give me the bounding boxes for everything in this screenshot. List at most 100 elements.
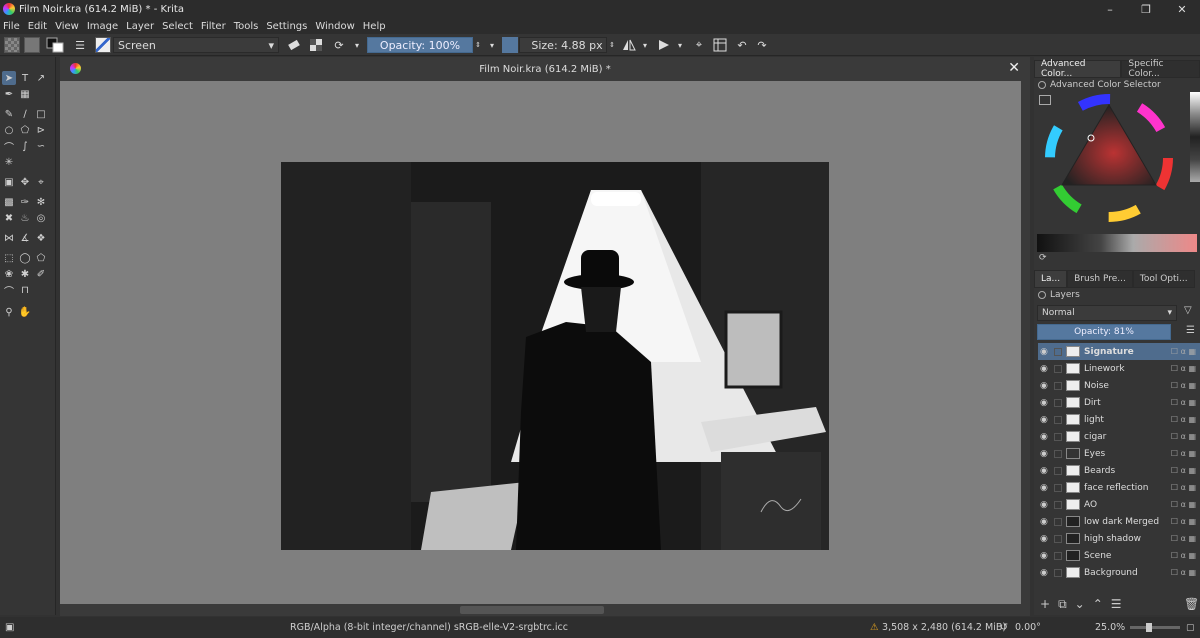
multibrush-tool-icon[interactable]: ✳ bbox=[2, 155, 16, 169]
layer-checkbox[interactable] bbox=[1054, 398, 1062, 407]
bezier-tool-icon[interactable]: ⌒ bbox=[2, 139, 16, 154]
lock-icon[interactable]: ☐ α ▦ bbox=[1171, 483, 1196, 492]
eye-icon[interactable]: ◉ bbox=[1040, 381, 1050, 391]
lock-icon[interactable]: ☐ α ▦ bbox=[1171, 398, 1196, 407]
brush-preset-icon[interactable] bbox=[95, 37, 111, 53]
brush-settings-icon[interactable]: ☰ bbox=[72, 37, 88, 53]
layer-row[interactable]: ◉ low dark Merged ☐ α ▦ bbox=[1038, 513, 1200, 530]
lock-icon[interactable]: ☐ α ▦ bbox=[1171, 551, 1196, 560]
menu-image[interactable]: Image bbox=[87, 21, 118, 32]
zoom-slider[interactable] bbox=[1130, 626, 1180, 629]
zoom-tool-icon[interactable]: ⚲ bbox=[2, 305, 16, 319]
horizontal-scrollbar[interactable] bbox=[60, 604, 1030, 616]
menu-file[interactable]: File bbox=[3, 21, 20, 32]
lock-icon[interactable]: ☐ α ▦ bbox=[1171, 517, 1196, 526]
similar-select-tool-icon[interactable]: ✐ bbox=[34, 267, 48, 281]
move-layer-down-icon[interactable]: ⌄ bbox=[1075, 597, 1085, 612]
smart-patch-tool-icon[interactable]: ✖ bbox=[2, 211, 16, 225]
undo-icon[interactable]: ↶ bbox=[734, 37, 750, 53]
layer-blend-mode-select[interactable]: Normal ▾ bbox=[1037, 305, 1177, 321]
layer-checkbox[interactable] bbox=[1054, 347, 1062, 356]
rotation-value[interactable]: 0.00° bbox=[1015, 622, 1041, 633]
zoom-value[interactable]: 25.0% bbox=[1095, 622, 1125, 633]
lock-icon[interactable]: ☐ α ▦ bbox=[1171, 534, 1196, 543]
chevron-down-icon[interactable]: ▾ bbox=[487, 37, 497, 53]
layer-row[interactable]: ◉ high shadow ☐ α ▦ bbox=[1038, 530, 1200, 547]
crop-tool-icon[interactable]: ⌖ bbox=[34, 175, 48, 189]
rotate-icon[interactable]: ↺ bbox=[1000, 622, 1008, 633]
ellipse-tool-icon[interactable]: ○ bbox=[2, 123, 16, 137]
menu-icon[interactable]: ☰ bbox=[1186, 325, 1195, 336]
transform-tool-icon[interactable]: ▣ bbox=[2, 175, 16, 189]
chevron-down-icon[interactable]: ▾ bbox=[675, 37, 685, 53]
tab-brush-presets[interactable]: Brush Pre... bbox=[1067, 270, 1133, 288]
lock-icon[interactable]: ☐ α ▦ bbox=[1171, 347, 1196, 356]
layer-row[interactable]: ◉ cigar ☐ α ▦ bbox=[1038, 428, 1200, 445]
pan-tool-icon[interactable]: ✋ bbox=[18, 305, 32, 319]
fill-tool-icon[interactable]: ♨ bbox=[18, 211, 32, 225]
layer-row[interactable]: ◉ Noise ☐ α ▦ bbox=[1038, 377, 1200, 394]
contiguous-select-tool-icon[interactable]: ✱ bbox=[18, 267, 32, 281]
crop-icon[interactable]: ⌖ bbox=[691, 37, 707, 53]
layer-row[interactable]: ◉ Dirt ☐ α ▦ bbox=[1038, 394, 1200, 411]
layer-row[interactable]: ◉ Scene ☐ α ▦ bbox=[1038, 547, 1200, 564]
layer-checkbox[interactable] bbox=[1054, 551, 1062, 560]
select-shapes-tool-icon[interactable]: ➤ bbox=[2, 71, 16, 85]
document-tab[interactable]: Film Noir.kra (614.2 MiB) * ✕ bbox=[60, 57, 1030, 81]
eye-icon[interactable]: ◉ bbox=[1040, 398, 1050, 408]
layer-checkbox[interactable] bbox=[1054, 466, 1062, 475]
freehand-select-tool-icon[interactable]: ❀ bbox=[2, 267, 16, 281]
alpha-lock-icon[interactable] bbox=[308, 37, 324, 53]
layer-row[interactable]: ◉ Signature ☐ α ▦ bbox=[1038, 343, 1200, 360]
bezier-select-tool-icon[interactable]: ⌒ bbox=[2, 283, 16, 298]
measure-tool-icon[interactable]: ∡ bbox=[18, 231, 32, 245]
freehand-brush-tool-icon[interactable]: ✎ bbox=[2, 107, 16, 121]
eye-icon[interactable]: ◉ bbox=[1040, 449, 1050, 459]
layer-checkbox[interactable] bbox=[1054, 568, 1062, 577]
eye-icon[interactable]: ◉ bbox=[1040, 534, 1050, 544]
blend-mode-select[interactable]: Screen ▾ bbox=[113, 37, 279, 53]
menu-window[interactable]: Window bbox=[315, 21, 354, 32]
filter-icon[interactable]: ▽ bbox=[1184, 305, 1192, 316]
gradient-swatch[interactable] bbox=[4, 37, 20, 53]
lock-icon[interactable]: ☐ α ▦ bbox=[1171, 364, 1196, 373]
redo-icon[interactable]: ↷ bbox=[754, 37, 770, 53]
magnetic-select-tool-icon[interactable]: ⊓ bbox=[18, 283, 32, 297]
layer-checkbox[interactable] bbox=[1054, 415, 1062, 424]
layer-row[interactable]: ◉ Eyes ☐ α ▦ bbox=[1038, 445, 1200, 462]
vertical-scrollbar[interactable] bbox=[1021, 81, 1030, 604]
layer-checkbox[interactable] bbox=[1054, 483, 1062, 492]
layer-checkbox[interactable] bbox=[1054, 432, 1062, 441]
eye-icon[interactable]: ◉ bbox=[1040, 415, 1050, 425]
layer-opacity-slider[interactable]: Opacity: 81% bbox=[1037, 324, 1171, 340]
layer-row[interactable]: ◉ face reflection ☐ α ▦ bbox=[1038, 479, 1200, 496]
horizontal-scroll-thumb[interactable] bbox=[460, 606, 604, 614]
wrap-around-icon[interactable] bbox=[712, 37, 728, 53]
rect-select-tool-icon[interactable]: ⬚ bbox=[2, 251, 16, 265]
polygon-tool-icon[interactable]: ⬠ bbox=[18, 123, 32, 137]
add-layer-icon[interactable]: + bbox=[1040, 597, 1050, 612]
menu-select[interactable]: Select bbox=[162, 21, 193, 32]
close-document-button[interactable]: ✕ bbox=[1008, 60, 1020, 76]
eye-icon[interactable]: ◉ bbox=[1040, 364, 1050, 374]
size-slider[interactable]: Size: 4.88 px bbox=[519, 37, 607, 53]
lock-icon[interactable]: ☐ α ▦ bbox=[1171, 415, 1196, 424]
fg-bg-color-icon[interactable] bbox=[46, 37, 64, 53]
layer-row[interactable]: ◉ Background ☐ α ▦ bbox=[1038, 564, 1200, 581]
eye-icon[interactable]: ◉ bbox=[1040, 347, 1050, 357]
close-window-button[interactable]: ✕ bbox=[1164, 0, 1200, 18]
lock-icon[interactable]: ☐ α ▦ bbox=[1171, 500, 1196, 509]
menu-tools[interactable]: Tools bbox=[234, 21, 259, 32]
layer-checkbox[interactable] bbox=[1054, 449, 1062, 458]
colorize-mask-tool-icon[interactable]: ✻ bbox=[34, 195, 48, 209]
pattern-swatch[interactable] bbox=[24, 37, 40, 53]
menu-layer[interactable]: Layer bbox=[126, 21, 154, 32]
tab-advanced-color[interactable]: Advanced Color... bbox=[1034, 59, 1122, 79]
lock-icon[interactable]: ☐ α ▦ bbox=[1171, 381, 1196, 390]
chevron-down-icon[interactable]: ▾ bbox=[352, 37, 362, 53]
gradient-fill-tool-icon[interactable]: ▦ bbox=[18, 87, 32, 101]
layer-row[interactable]: ◉ Beards ☐ α ▦ bbox=[1038, 462, 1200, 479]
color-wheel-triangle[interactable] bbox=[1044, 93, 1174, 223]
calligraphy-tool-icon[interactable]: ✒ bbox=[2, 87, 16, 101]
line-tool-icon[interactable]: ∕ bbox=[18, 107, 32, 121]
